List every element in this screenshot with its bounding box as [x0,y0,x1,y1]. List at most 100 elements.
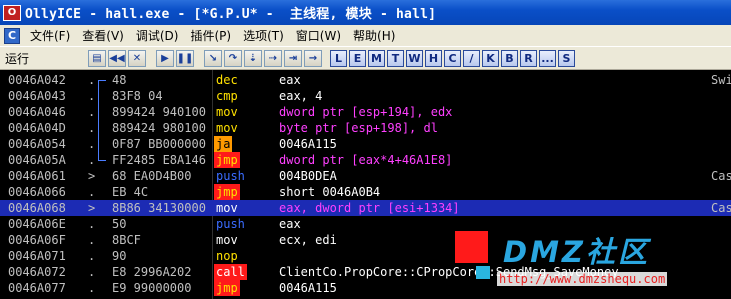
mnemonic: jmp [214,280,240,296]
watermark-url: http://www.dmzshequ.com [497,272,668,286]
disasm-row[interactable]: 0046A042. 48 dec eax Swi [0,72,731,88]
operands: byte ptr [esp+198], dl [279,121,438,135]
hex-bytes: 0F87 BB000000 [112,137,206,151]
disasm-row[interactable]: 0046A054. 0F87 BB000000 ja 0046A115 [0,136,731,152]
jump-marker: . [88,105,96,119]
jump-arrow-tick [98,80,106,81]
hex-bytes: 889424 980100 [112,121,206,135]
jump-marker: . [88,217,96,231]
instruction-address: 0046A05A [8,153,66,167]
jump-arrow-tick [98,160,106,161]
disasm-row[interactable]: 0046A046. 899424 940100 mov dword ptr [esp+… [0,104,731,120]
mnemonic: push [216,169,245,183]
hex-bytes: 8BCF [112,233,141,247]
hex-bytes: EB 4C [112,185,149,199]
watermark-text: DMZ社区 [503,235,650,269]
jump-marker: . [88,137,96,151]
window-button-k[interactable]: K [482,49,499,67]
instruction-address: 0046A066 [8,185,66,199]
cpu-window-icon[interactable]: C [4,27,20,44]
window-button-t[interactable]: T [387,49,404,67]
app-icon: O [3,4,21,21]
window-button-w[interactable]: W [406,49,423,67]
window-letter-buttons: L E M T W H C / K B R... S [330,49,577,67]
instruction-address: 0046A04D [8,121,66,135]
operands: eax, dword ptr [esi+1334] [279,201,460,215]
step-into-button[interactable]: ↘ [204,49,222,67]
jump-marker: . [88,249,96,263]
watermark-red-square [455,231,488,263]
mnemonic: mov [216,201,238,215]
pause-button[interactable]: ❚❚ [176,49,194,67]
operands: 004B0DEA [279,169,337,183]
close-button[interactable]: ✕ [128,49,146,67]
jump-marker: . [88,153,96,167]
mnemonic: ja [214,136,233,152]
disasm-row-selected[interactable]: 0046A068 >8B86 34130000 mov eax, dword ptr … [0,200,731,216]
window-button-l[interactable]: L [330,49,347,67]
window-button-h[interactable]: H [425,49,442,67]
hex-bytes: E8 2996A202 [112,265,192,279]
instruction-address: 0046A072 [8,265,66,279]
jump-marker: . [88,265,96,279]
instruction-address: 0046A077 [8,281,66,295]
menu-debug[interactable]: 调试(D) [130,27,185,44]
execute-till-return-button[interactable]: ⇥ [284,49,302,67]
window-button-e[interactable]: E [349,49,366,67]
window-button-s[interactable]: S [558,49,575,67]
mnemonic: call [214,264,247,280]
operands: eax [279,217,301,231]
jump-marker: > [88,169,96,183]
disasm-row[interactable]: 0046A061 >68 EA0D4B00 push 004B0DEA Cas [0,168,731,184]
disasm-row[interactable]: 0046A043. 83F8 04 cmp eax, 4 [0,88,731,104]
title-bar: O OllyICE - hall.exe - [*G.P.U* - 主线程, 模… [0,0,731,25]
hex-bytes: FF2485 E8A146 [112,153,206,167]
instruction-address: 0046A06F [8,233,66,247]
window-title: OllyICE - hall.exe - [*G.P.U* - 主线程, 模块 … [25,7,437,22]
menu-view[interactable]: 查看(V) [76,27,130,44]
hex-bytes: 90 [112,249,127,263]
comment: Cas [711,201,731,215]
disasm-row[interactable]: 0046A066. EB 4C jmp short 0046A0B4 [0,184,731,200]
trace-into-button[interactable]: ⇣ [244,49,262,67]
instruction-address: 0046A043 [8,89,66,103]
operands: ecx, edi [279,233,337,247]
hex-bytes: 899424 940100 [112,105,206,119]
disasm-row[interactable]: 0046A04D. 889424 980100 mov byte ptr [esp+1… [0,120,731,136]
mnemonic: dec [216,73,238,87]
window-button-more[interactable]: ... [539,49,556,67]
goto-button[interactable]: → [304,49,322,67]
mnemonic: cmp [216,89,238,103]
restart-button[interactable]: ◀◀ [108,49,126,67]
mnemonic: jmp [214,152,240,168]
jump-marker: . [88,89,96,103]
menu-options[interactable]: 选项(T) [237,27,290,44]
trace-over-button[interactable]: ⇢ [264,49,282,67]
instruction-address: 0046A046 [8,105,66,119]
open-button[interactable]: ▤ [88,49,106,67]
window-button-c[interactable]: C [444,49,461,67]
comment: Swi [711,73,731,87]
watermark-cyan-square [476,266,490,279]
disasm-row[interactable]: 0046A05A. FF2485 E8A146 jmp dword ptr [eax*… [0,152,731,168]
instruction-address: 0046A071 [8,249,66,263]
window-button-patches[interactable]: / [463,49,480,67]
hex-bytes: 50 [112,217,127,231]
operands: 0046A115 [279,137,337,151]
hex-bytes: 48 [112,73,127,87]
jump-marker: . [88,233,96,247]
step-over-button[interactable]: ↷ [224,49,242,67]
toolbar: 运行 ▤ ◀◀ ✕ ▶ ❚❚ ↘ ↷ ⇣ ⇢ ⇥ → L E M T W H C / K B R... S [0,46,731,70]
window-button-r[interactable]: R [520,49,537,67]
jump-arrow-line [98,80,99,160]
menu-window[interactable]: 窗口(W) [290,27,347,44]
window-button-b[interactable]: B [501,49,518,67]
window-button-m[interactable]: M [368,49,385,67]
instruction-address: 0046A042 [8,73,66,87]
run-button[interactable]: ▶ [156,49,174,67]
jump-marker: . [88,73,96,87]
menu-plugins[interactable]: 插件(P) [184,27,237,44]
menu-file[interactable]: 文件(F) [24,27,76,44]
menu-help[interactable]: 帮助(H) [347,27,401,44]
mnemonic: mov [216,105,238,119]
